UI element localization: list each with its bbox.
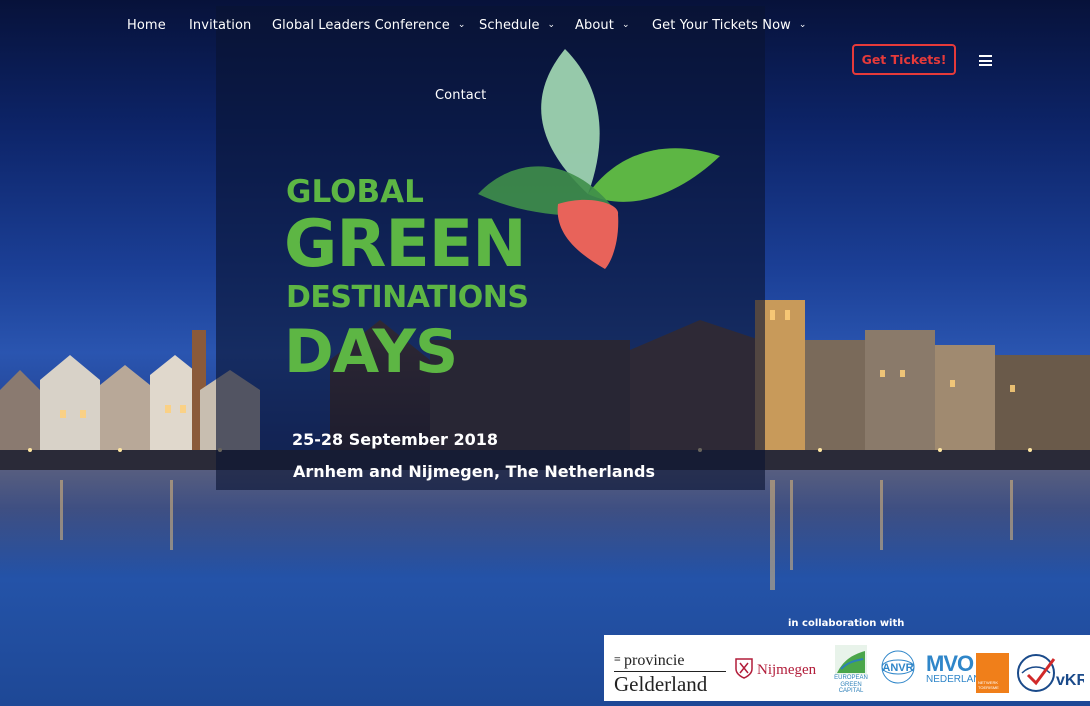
logo-line-days: DAYS xyxy=(284,317,458,387)
vkr-logo-icon[interactable]: vKR xyxy=(1014,651,1084,695)
partner-logo-nijmegen[interactable]: Nijmegen xyxy=(734,657,816,679)
hamburger-icon[interactable] xyxy=(979,55,992,66)
chevron-down-icon: ⌄ xyxy=(621,20,630,30)
logo-line-global: GLOBAL xyxy=(286,174,424,210)
get-tickets-button[interactable]: Get Tickets! xyxy=(852,44,956,75)
logo-line-green: GREEN xyxy=(284,207,527,282)
nav-invitation[interactable]: Invitation xyxy=(189,18,251,33)
nav-home[interactable]: Home xyxy=(127,18,166,33)
nav-schedule[interactable]: Schedule ⌄ xyxy=(479,18,555,33)
nav-about-label: About xyxy=(575,18,614,33)
nav-global-leaders-conference-label: Global Leaders Conference xyxy=(272,18,450,33)
nijmegen-text: Nijmegen xyxy=(757,662,817,678)
nav-home-label: Home xyxy=(127,18,166,33)
gelderland-line1: provincie xyxy=(614,653,726,669)
nav-schedule-label: Schedule xyxy=(479,18,540,33)
nav-invitation-label: Invitation xyxy=(189,18,252,33)
netwerk-toerisme-text: NETWERK TOERISME xyxy=(978,680,999,690)
chevron-down-icon: ⌄ xyxy=(457,20,466,30)
nijmegen-crest-icon xyxy=(735,658,753,679)
water-reflections xyxy=(60,480,1013,590)
vkr-text: vKR xyxy=(1056,672,1084,689)
event-date: 25-28 September 2018 xyxy=(292,430,499,449)
chevron-down-icon: ⌄ xyxy=(547,20,556,30)
netwerk-toerisme-badge: NETWERK TOERISME xyxy=(976,653,1009,693)
collaboration-label: in collaboration with xyxy=(788,618,905,629)
anvr-logo-icon[interactable]: ANVR xyxy=(876,645,920,689)
chevron-down-icon: ⌄ xyxy=(798,20,807,30)
nav-get-your-tickets-now[interactable]: Get Your Tickets Now ⌄ xyxy=(652,18,807,33)
event-location: Arnhem and Nijmegen, The Netherlands xyxy=(293,462,655,481)
nav-global-leaders-conference[interactable]: Global Leaders Conference ⌄ xyxy=(272,18,466,33)
anvr-text: ANVR xyxy=(882,662,913,674)
gelderland-line2: Gelderland xyxy=(614,672,708,696)
nav-about[interactable]: About ⌄ xyxy=(575,18,630,33)
nav-get-your-tickets-now-label: Get Your Tickets Now xyxy=(652,18,791,33)
logo-line-destinations: DESTINATIONS xyxy=(286,280,529,315)
partner-logo-gelderland[interactable]: provincie Gelderland xyxy=(614,653,726,695)
partner-logos-strip: provincie Gelderland Nijmegen EUROPEAN G… xyxy=(604,635,1090,701)
european-green-capital-text: EUROPEAN GREEN CAPITAL xyxy=(834,675,868,695)
